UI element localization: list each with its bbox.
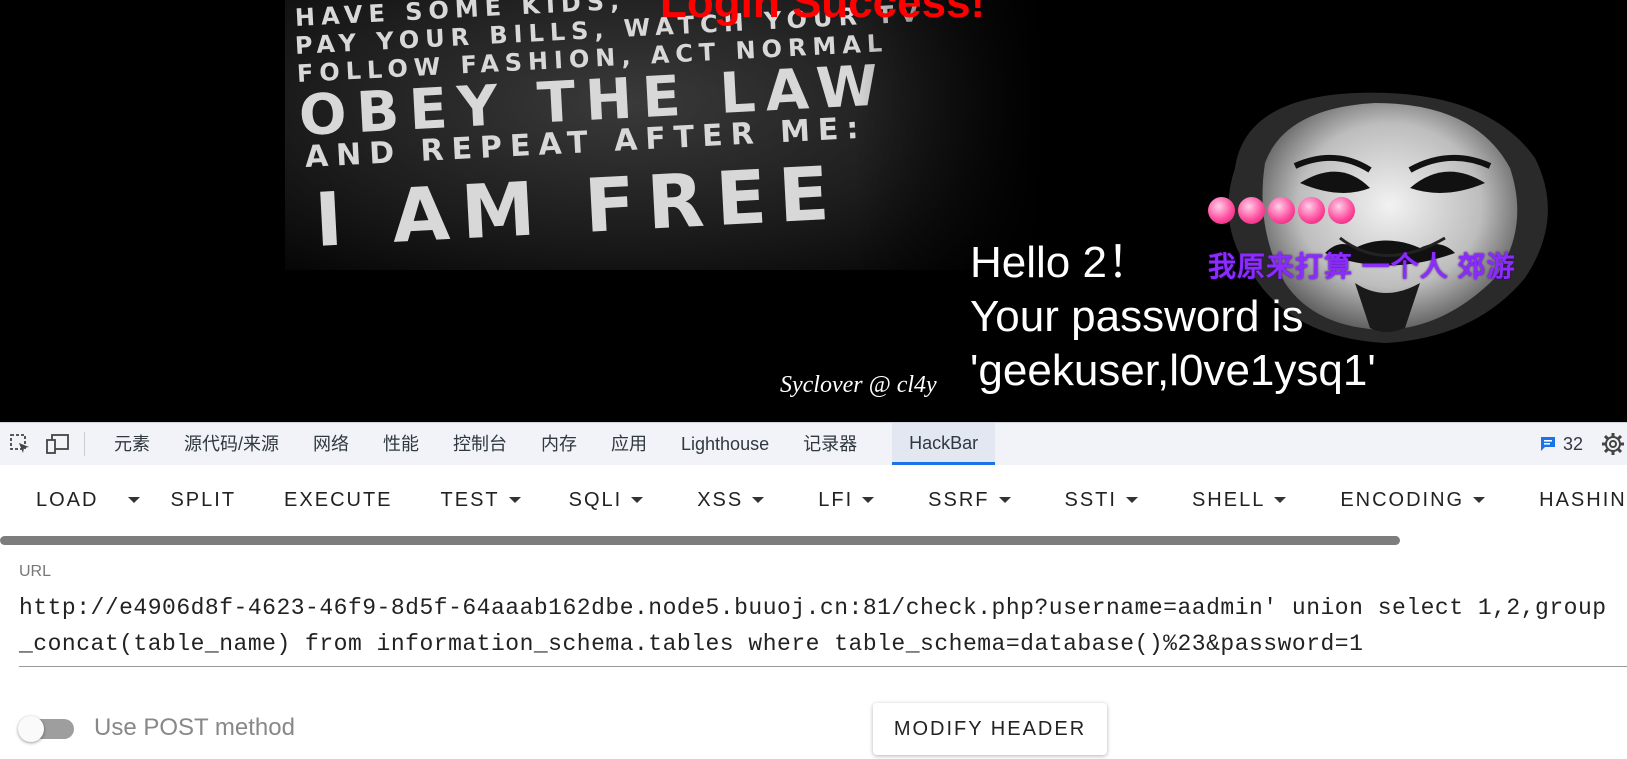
device-toolbar-icon[interactable] xyxy=(46,432,70,456)
chevron-down-icon xyxy=(1274,497,1287,503)
issues-count: 32 xyxy=(1562,433,1583,454)
execute-button[interactable]: EXECUTE xyxy=(254,465,410,535)
hashing-menu-button[interactable]: HASHING xyxy=(1503,465,1627,535)
url-field-label: URL xyxy=(19,563,52,580)
tab-sources[interactable]: 源代码/来源 xyxy=(167,423,296,465)
encoding-menu-button[interactable]: ENCODING xyxy=(1304,465,1503,535)
test-menu-button[interactable]: TEST xyxy=(411,465,539,535)
toolbar-divider xyxy=(84,432,85,456)
chevron-down-icon xyxy=(1473,497,1486,503)
test-label: TEST xyxy=(440,488,500,511)
split-label: SPLIT xyxy=(170,488,237,511)
hackbar-toolbar: LOAD SPLIT EXECUTE TEST SQLI XSS LFI SSR… xyxy=(0,465,1627,535)
ssti-label: SSTI xyxy=(1064,488,1117,511)
chevron-down-icon xyxy=(998,497,1011,503)
shell-menu-button[interactable]: SHELL xyxy=(1156,465,1304,535)
settings-gear-icon[interactable] xyxy=(1601,432,1625,456)
url-input-underline xyxy=(19,666,1627,667)
sqli-label: SQLI xyxy=(568,488,623,511)
devtools-tab-bar: 元素 源代码/来源 网络 性能 控制台 内存 应用 Lighthouse 记录器… xyxy=(0,422,1627,466)
hello-message: Hello 2！ Your password is 'geekuser,l0ve… xyxy=(970,236,1376,398)
login-success-title: Login Success! xyxy=(660,0,986,27)
lfi-menu-button[interactable]: LFI xyxy=(782,465,892,535)
issues-counter[interactable]: 32 xyxy=(1539,423,1583,465)
xss-label: XSS xyxy=(697,488,744,511)
tab-performance[interactable]: 性能 xyxy=(366,423,436,465)
tab-network[interactable]: 网络 xyxy=(296,423,366,465)
load-button[interactable]: LOAD xyxy=(0,465,116,535)
xss-menu-button[interactable]: XSS xyxy=(661,465,782,535)
modify-header-label: MODIFY HEADER xyxy=(893,717,1087,740)
tab-application[interactable]: 应用 xyxy=(594,423,664,465)
password-line: Your password is xyxy=(970,292,1304,341)
pink-dot xyxy=(1298,197,1325,224)
poster-image: HAVE SOME KIDS, PAY YOUR BILLS, WATCH YO… xyxy=(285,0,1045,270)
shell-label: SHELL xyxy=(1191,488,1266,511)
tab-lighthouse[interactable]: Lighthouse xyxy=(664,423,786,465)
emoji-dots xyxy=(1208,197,1355,224)
post-method-toggle[interactable] xyxy=(18,716,76,742)
lfi-label: LFI xyxy=(818,488,854,511)
hello-line: Hello 2！ xyxy=(970,238,1151,287)
load-label: LOAD xyxy=(36,488,99,511)
post-method-label: Use POST method xyxy=(94,714,295,741)
toolbar-scrollbar-thumb[interactable] xyxy=(0,536,1400,545)
password-value: 'geekuser,l0ve1ysq1' xyxy=(970,346,1376,395)
chevron-down-icon xyxy=(128,497,141,503)
ssrf-menu-button[interactable]: SSRF xyxy=(892,465,1028,535)
load-dropdown-button[interactable] xyxy=(116,465,152,535)
tab-memory[interactable]: 内存 xyxy=(524,423,594,465)
toggle-knob xyxy=(18,716,44,742)
execute-label: EXECUTE xyxy=(284,488,393,511)
ssrf-label: SSRF xyxy=(928,488,990,511)
inspect-element-icon[interactable] xyxy=(8,432,32,456)
modify-header-button[interactable]: MODIFY HEADER xyxy=(873,703,1107,755)
chevron-down-icon xyxy=(1125,497,1138,503)
pink-dot xyxy=(1328,197,1355,224)
tab-console[interactable]: 控制台 xyxy=(436,423,524,465)
author-credit: Syclover @ cl4y xyxy=(780,372,937,398)
tab-hackbar[interactable]: HackBar xyxy=(892,423,996,465)
ssti-menu-button[interactable]: SSTI xyxy=(1029,465,1156,535)
hashing-label: HASHING xyxy=(1539,488,1627,511)
pink-dot xyxy=(1268,197,1295,224)
chevron-down-icon xyxy=(631,497,644,503)
message-icon xyxy=(1540,437,1555,451)
encoding-label: ENCODING xyxy=(1340,488,1465,511)
chevron-down-icon xyxy=(752,497,765,503)
chevron-down-icon xyxy=(508,497,521,503)
pink-dot xyxy=(1208,197,1235,224)
webpage-viewport: HAVE SOME KIDS, PAY YOUR BILLS, WATCH YO… xyxy=(0,0,1627,422)
chevron-down-icon xyxy=(862,497,875,503)
tab-elements[interactable]: 元素 xyxy=(97,423,167,465)
pink-dot xyxy=(1238,197,1265,224)
url-input[interactable]: http://e4906d8f-4623-46f9-8d5f-64aaab162… xyxy=(19,590,1609,662)
sqli-menu-button[interactable]: SQLI xyxy=(539,465,662,535)
tab-recorder[interactable]: 记录器 xyxy=(786,423,874,465)
split-button[interactable]: SPLIT xyxy=(152,465,254,535)
